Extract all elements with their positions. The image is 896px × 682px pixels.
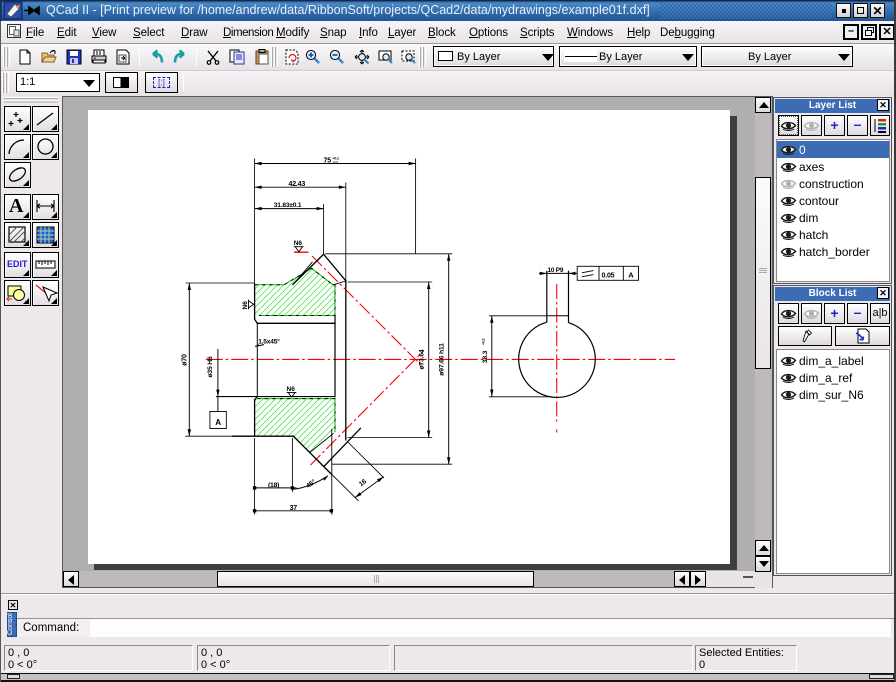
svg-text:1.5x45°: 1.5x45° <box>258 338 280 346</box>
svg-text:A: A <box>628 270 634 279</box>
svg-text:ø97.66 h11: ø97.66 h11 <box>438 343 445 376</box>
svg-text:N6: N6 <box>242 301 249 310</box>
svg-text:37: 37 <box>290 505 298 512</box>
svg-text:A: A <box>215 418 221 427</box>
svg-text:+0.2: +0.2 <box>482 339 486 345</box>
svg-text:75: 75 <box>324 157 332 164</box>
svg-text:ø35 H6: ø35 H6 <box>207 356 214 378</box>
svg-text:ø73.64: ø73.64 <box>418 349 425 369</box>
svg-text:N6: N6 <box>294 240 303 247</box>
svg-text:38.3: 38.3 <box>482 350 489 363</box>
svg-text:16: 16 <box>358 478 368 488</box>
svg-text:0.05: 0.05 <box>602 272 615 279</box>
svg-text:(18): (18) <box>268 482 279 489</box>
svg-text:-0.2: -0.2 <box>333 160 339 164</box>
svg-text:31.83±0.1: 31.83±0.1 <box>274 202 302 209</box>
svg-text:10 P9: 10 P9 <box>548 267 564 274</box>
svg-text:42.43: 42.43 <box>289 181 306 188</box>
svg-text:N6: N6 <box>287 386 296 393</box>
svg-text:45°: 45° <box>305 478 318 490</box>
svg-text:ø70: ø70 <box>182 354 189 366</box>
